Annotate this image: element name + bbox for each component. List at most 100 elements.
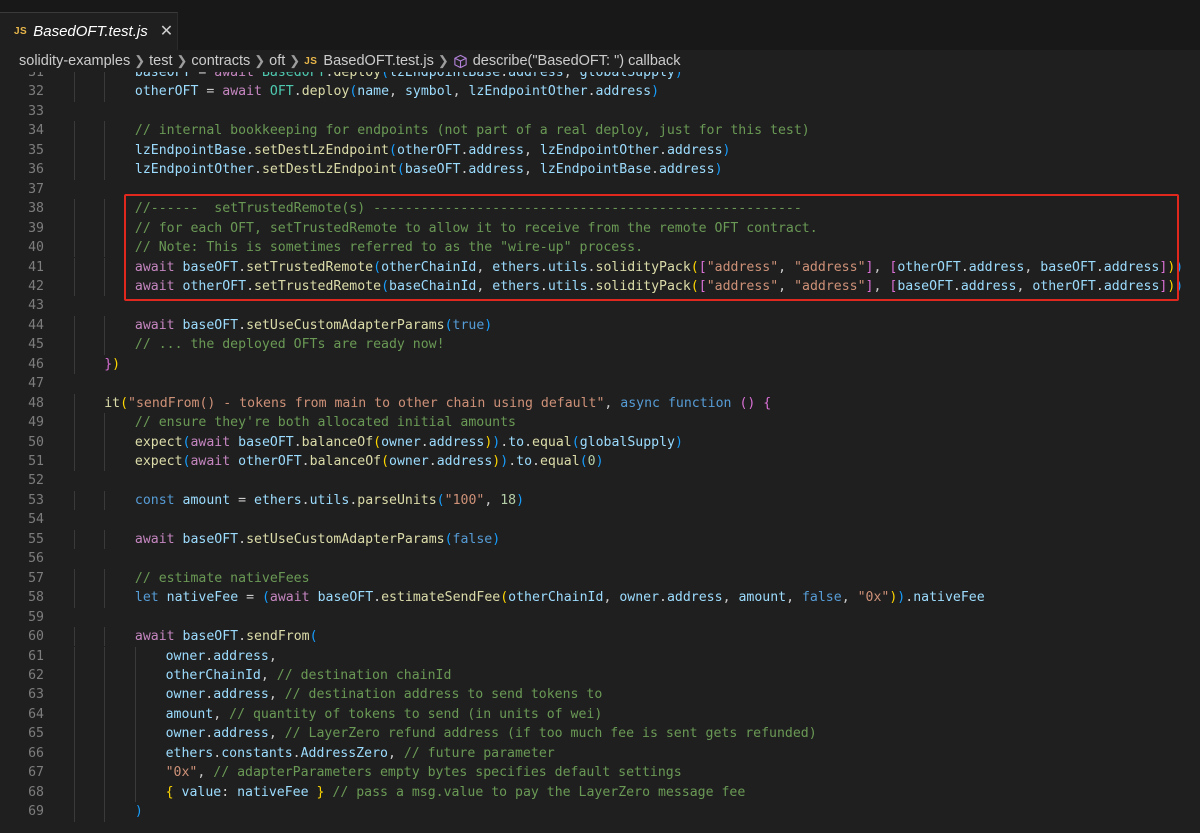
code-line[interactable]: 64 amount, // quantity of tokens to send …	[0, 704, 1200, 725]
code-token: estimateSendFee	[381, 590, 501, 606]
breadcrumb-item-oft[interactable]: oft	[269, 53, 285, 69]
code-token: parseUnits	[357, 492, 437, 508]
code-token: (	[381, 454, 390, 469]
js-file-icon: JS	[14, 26, 28, 37]
line-number: 56	[28, 551, 44, 567]
code-line[interactable]: 35 lzEndpointBase.setDestLzEndpoint(other…	[0, 140, 1200, 161]
code-line[interactable]: 61 owner.address,	[0, 646, 1200, 666]
close-icon[interactable]: ✕	[160, 23, 173, 40]
code-token: nativeFee	[913, 590, 985, 606]
code-token: await	[269, 590, 310, 606]
code-token: (	[444, 531, 453, 547]
code-line[interactable]: 51 expect(await otherOFT.balanceOf(owner.…	[0, 452, 1200, 472]
code-token: address	[468, 142, 524, 158]
code-line[interactable]: 49 // ensure they're both allocated initi…	[0, 413, 1200, 433]
line-number: 37	[28, 181, 44, 197]
code-token: owner	[165, 648, 206, 664]
code-token: )	[714, 162, 723, 178]
code-token: lzEndpointBase	[389, 72, 501, 80]
line-number: 52	[28, 473, 44, 489]
code-line[interactable]: 33	[0, 102, 1200, 121]
code-token: await	[134, 629, 175, 645]
code-line[interactable]: 67 "0x", // adapterParameters empty bytes…	[0, 763, 1200, 783]
indent-guide	[104, 72, 106, 83]
code-line[interactable]: 45 // ... the deployed OFTs are ready now…	[0, 335, 1200, 355]
code-token: .	[524, 434, 533, 450]
code-line[interactable]: 66 ethers.constants.AddressZero, // futur…	[0, 743, 1200, 764]
code-line[interactable]: 60 await baseOFT.sendFrom(	[0, 627, 1200, 647]
code-token: )	[651, 84, 660, 100]
code-token: constants	[221, 745, 293, 761]
code-token: ,	[722, 590, 739, 606]
code-line[interactable]: 57 // estimate nativeFees	[0, 568, 1200, 589]
code-token: (	[571, 434, 580, 450]
breadcrumb-item-symbol[interactable]: describe("BasedOFT: ") callback	[473, 53, 681, 69]
code-text: amount, // quantity of tokens to send (i…	[166, 705, 603, 724]
indent-guide	[73, 685, 75, 705]
code-line[interactable]: 53 const amount = ethers.utils.parseUnits…	[0, 490, 1200, 511]
code-text: otherChainId, // destination chainId	[166, 666, 452, 685]
code-line[interactable]: 59	[0, 608, 1200, 627]
code-line[interactable]: 50 expect(await baseOFT.balanceOf(owner.a…	[0, 432, 1200, 452]
code-line[interactable]: 54	[0, 510, 1200, 529]
indent-guide	[73, 568, 75, 589]
code-line[interactable]: 58 let nativeFee = (await baseOFT.estimat…	[0, 588, 1200, 608]
breadcrumb-item-file[interactable]: BasedOFT.test.js	[323, 53, 433, 69]
code-line[interactable]: 48 it("sendFrom() - tokens from main to o…	[0, 393, 1200, 414]
code-token: .	[238, 531, 247, 547]
code-line[interactable]: 47	[0, 374, 1200, 393]
line-number: 32	[28, 84, 44, 100]
code-text: // ensure they're both allocated initial…	[135, 413, 516, 432]
indent-guide	[73, 452, 75, 472]
code-token: )	[674, 72, 683, 80]
code-text: owner.address,	[166, 647, 277, 666]
code-editor[interactable]: 31 baseOFT = await BasedOFT.deploy(lzEndp…	[0, 72, 1200, 833]
code-text: lzEndpointOther.setDestLzEndpoint(baseOF…	[135, 160, 723, 179]
line-number: 45	[28, 337, 44, 353]
code-line[interactable]: 32 otherOFT = await OFT.deploy(name, symb…	[0, 82, 1200, 102]
code-text: expect(await otherOFT.balanceOf(owner.ad…	[135, 452, 604, 471]
code-line[interactable]: 34 // internal bookkeeping for endpoints …	[0, 121, 1200, 141]
code-token: ,	[603, 590, 620, 606]
code-token: await	[134, 317, 175, 333]
breadcrumb-item-test[interactable]: test	[149, 53, 172, 69]
code-line[interactable]: 31 baseOFT = await BasedOFT. deploy(lzEndp…	[0, 72, 1200, 83]
line-number: 62	[28, 667, 44, 683]
code-token: OFT	[269, 84, 294, 100]
code-token: )	[492, 531, 501, 547]
indent-guide	[104, 121, 106, 141]
code-token: =	[238, 590, 262, 606]
code-line[interactable]: 44 await baseOFT.setUseCustomAdapterParam…	[0, 315, 1200, 336]
code-token: ethers	[254, 492, 302, 508]
tab-based-oft-test[interactable]: JS BasedOFT.test.js ✕	[0, 12, 178, 50]
code-line[interactable]: 65 owner.address, // LayerZero refund add…	[0, 724, 1200, 744]
indent-guide	[104, 568, 106, 589]
code-token: (	[388, 142, 397, 158]
code-line[interactable]: 62 otherChainId, // destination chainId	[0, 665, 1200, 686]
code-text: owner.address, // LayerZero refund addre…	[166, 724, 817, 743]
line-number: 41	[28, 259, 44, 275]
code-token: .	[420, 434, 429, 450]
indent-guide	[73, 160, 75, 180]
code-line[interactable]: 52	[0, 471, 1200, 490]
code-token: ,	[213, 706, 230, 722]
code-token: ,	[563, 72, 580, 80]
code-token: await	[190, 454, 231, 469]
code-text: })	[104, 355, 120, 374]
code-token: .	[293, 434, 302, 450]
code-line[interactable]: 63 owner.address, // destination address …	[0, 685, 1200, 705]
breadcrumb-item-solidity-examples[interactable]: solidity-examples	[19, 53, 130, 69]
code-line[interactable]: 68 { value: nativeFee } // pass a msg.val…	[0, 782, 1200, 803]
code-line[interactable]: 56	[0, 549, 1200, 568]
code-token: globalSupply	[579, 72, 675, 80]
chevron-right-icon: ❯	[254, 53, 266, 68]
code-token: .	[500, 72, 509, 80]
code-line[interactable]: 69)	[0, 802, 1200, 822]
code-line[interactable]: 55 await baseOFT.setUseCustomAdapterParam…	[0, 529, 1200, 550]
code-line[interactable]: 36 lzEndpointOther.setDestLzEndpoint(base…	[0, 160, 1200, 180]
breadcrumb-item-contracts[interactable]: contracts	[191, 53, 250, 69]
code-line[interactable]: 46})	[0, 354, 1200, 375]
line-number: 61	[28, 648, 44, 664]
